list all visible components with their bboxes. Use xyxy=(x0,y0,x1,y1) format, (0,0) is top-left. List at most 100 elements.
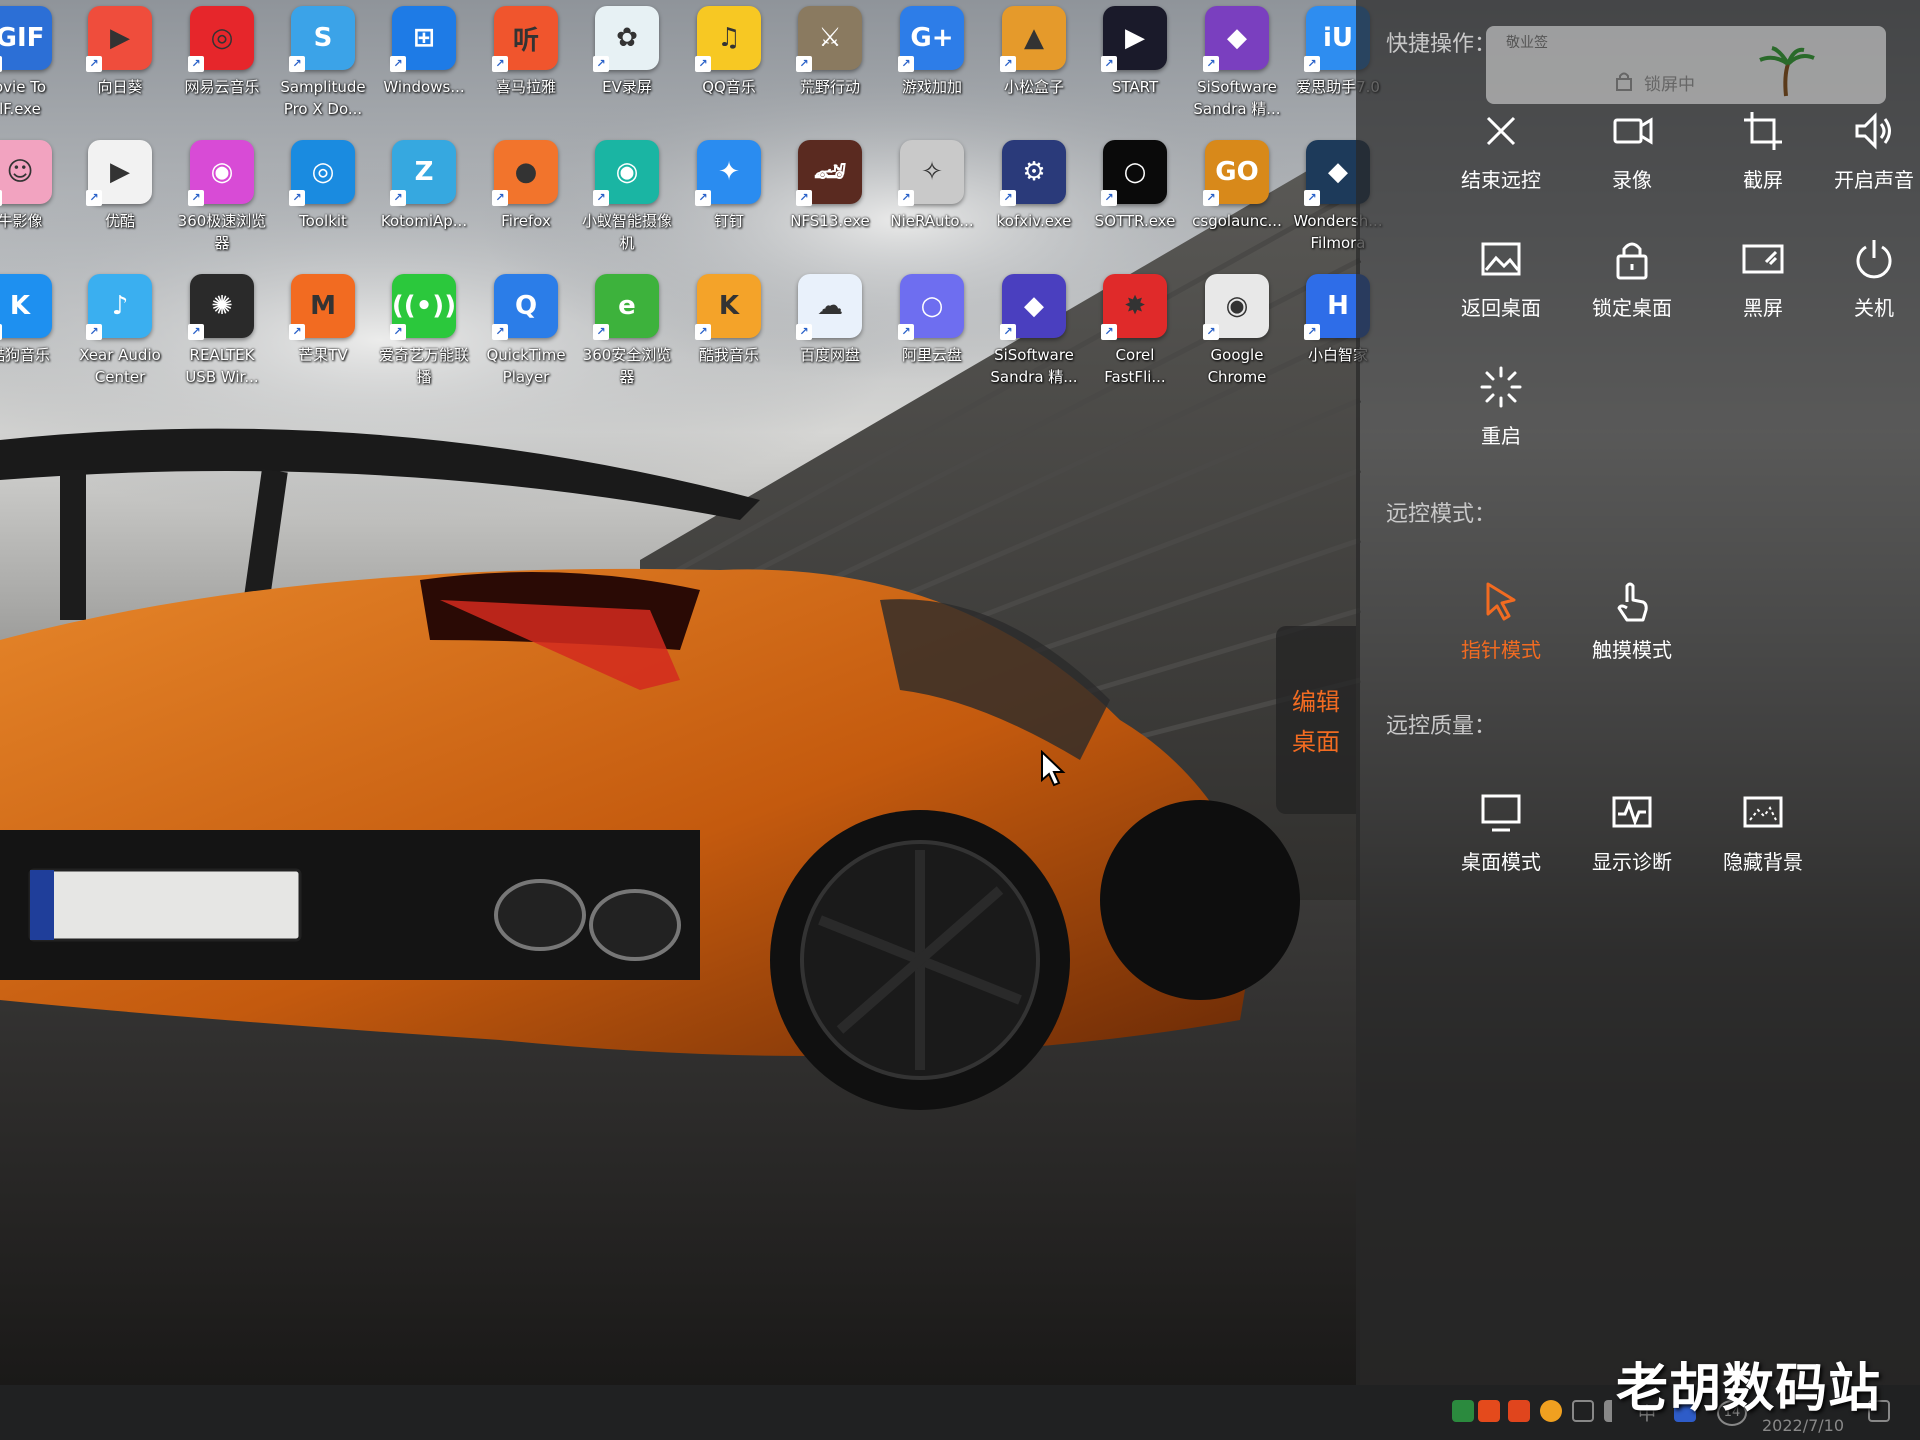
toolkit-icon: ◎ ↗ xyxy=(289,140,355,206)
pointer-mode-button[interactable]: 指针模式 xyxy=(1436,578,1566,678)
crop-icon xyxy=(1744,112,1782,150)
shortcut-arrow-icon: ↗ xyxy=(1000,190,1016,206)
record-video-button[interactable]: 录像 xyxy=(1567,108,1697,208)
desktop-icon-label: SOTTR.exe xyxy=(1094,212,1176,230)
desktop-icon-label: 小蚁智能摄像 机 xyxy=(581,212,672,252)
close-icon xyxy=(1486,116,1516,146)
desktop-icon[interactable]: ✿ ↗ EV录屏 xyxy=(577,6,677,131)
windows-icon: ⊞ ↗ xyxy=(390,6,456,72)
hide-background-icon xyxy=(1743,796,1783,828)
desktop-icon-label: 阿里云盘 xyxy=(901,346,962,364)
shortcut-arrow-icon: ↗ xyxy=(492,56,508,72)
desktop-icon[interactable]: ✺ ↗ REALTEK USB Wir... xyxy=(172,274,272,399)
shortcut-arrow-icon: ↗ xyxy=(593,324,609,340)
lock-desktop-button[interactable]: 锁定桌面 xyxy=(1567,236,1697,336)
tray-app-icon[interactable] xyxy=(1478,1400,1500,1422)
tooltip-app-name: 敬业签 xyxy=(1506,35,1548,51)
desktop-mode-button[interactable]: 桌面模式 xyxy=(1436,790,1566,890)
start-icon: ▶ ↗ xyxy=(1101,6,1167,72)
shortcut-arrow-icon: ↗ xyxy=(1203,190,1219,206)
lock-status-text: 锁屏中 xyxy=(1644,75,1695,95)
desktop-mode-label: 桌面模式 xyxy=(1461,850,1541,874)
desktop-icon[interactable]: ◎ ↗ Toolkit xyxy=(273,140,373,265)
desktop-icon[interactable]: ⚔ ↗ 荒野行动 xyxy=(780,6,880,131)
desktop-icon[interactable]: 听 ↗ 喜马拉雅 xyxy=(476,6,576,131)
sisoftware-icon: ◆ ↗ xyxy=(1000,274,1066,340)
desktop-icon[interactable]: ◉ ↗ Google Chrome xyxy=(1187,274,1287,399)
desktop-icon[interactable]: ☁ ↗ 百度网盘 xyxy=(780,274,880,399)
mango-tv-icon: M ↗ xyxy=(289,274,355,340)
shortcut-arrow-icon: ↗ xyxy=(0,324,2,340)
qq-music-icon: ♫ ↗ xyxy=(695,6,761,72)
desktop-icon[interactable]: K↗ 酷狗音乐 xyxy=(0,274,70,399)
desktop-icon[interactable]: K ↗ 酷我音乐 xyxy=(679,274,779,399)
nier-icon: ✧ ↗ xyxy=(898,140,964,206)
desktop-icon[interactable]: ◆ ↗ SiSoftware Sandra 精... xyxy=(1187,6,1287,131)
black-screen-button[interactable]: 黑屏 xyxy=(1698,236,1828,336)
enable-sound-button[interactable]: 开启声音 xyxy=(1829,108,1919,208)
desktop-icon[interactable]: e ↗ 360安全浏览 器 xyxy=(577,274,677,399)
desktop-icon[interactable]: ◉ ↗ 360极速浏览 器 xyxy=(172,140,272,265)
tray-app-icon[interactable] xyxy=(1540,1400,1562,1422)
end-remote-button[interactable]: 结束远控 xyxy=(1436,108,1566,208)
shutdown-button[interactable]: 关机 xyxy=(1829,236,1919,336)
desktop-icon[interactable]: ▶ ↗ 向日葵 xyxy=(70,6,170,131)
back-to-desktop-button[interactable]: 返回桌面 xyxy=(1436,236,1566,336)
game-plus-icon: G+ ↗ xyxy=(898,6,964,72)
desktop-icon-label: kofxiv.exe xyxy=(996,212,1072,230)
desktop-icon[interactable]: ○ ↗ SOTTR.exe xyxy=(1085,140,1185,265)
desktop-icon[interactable]: ♫ ↗ QQ音乐 xyxy=(679,6,779,131)
pointer-icon xyxy=(1486,582,1516,621)
network-icon[interactable] xyxy=(1572,1400,1594,1422)
shortcut-arrow-icon: ↗ xyxy=(0,190,2,206)
monitor-icon xyxy=(1481,794,1521,832)
screenshot-button[interactable]: 截屏 xyxy=(1698,108,1828,208)
desktop-icon[interactable]: ✸ ↗ Corel FastFli... xyxy=(1085,274,1185,399)
desktop-icon[interactable]: ((•)) ↗ 爱奇艺万能联 播 xyxy=(374,274,474,399)
desktop-icon[interactable]: ⊞ ↗ Windows... xyxy=(374,6,474,131)
desktop-icon[interactable]: ◆ ↗ SiSoftware Sandra 精... xyxy=(984,274,1084,399)
shortcut-arrow-icon: ↗ xyxy=(898,190,914,206)
360-speed-browser-icon: ◉ ↗ xyxy=(188,140,254,206)
desktop-icon[interactable]: Q ↗ QuickTime Player xyxy=(476,274,576,399)
desktop-icon[interactable]: GIF↗ ovie To lF.exe xyxy=(0,6,70,131)
desktop-icon[interactable]: ♪ ↗ Xear Audio Center xyxy=(70,274,170,399)
mouse-cursor-icon xyxy=(1041,750,1066,787)
restart-button[interactable]: 重启 xyxy=(1436,364,1566,464)
desktop-icon[interactable]: ◉ ↗ 小蚁智能摄像 机 xyxy=(577,140,677,265)
desktop-icon[interactable]: GO ↗ csgolaunc... xyxy=(1187,140,1287,265)
desktop-icon[interactable]: ✦ ↗ 钉钉 xyxy=(679,140,779,265)
desktop-icon[interactable]: ▲ ↗ 小松盒子 xyxy=(984,6,1084,131)
desktop-icon[interactable]: ○ ↗ 阿里云盘 xyxy=(882,274,982,399)
desktop-icon-label: SiSoftware Sandra 精... xyxy=(990,346,1078,386)
tray-app-icon[interactable] xyxy=(1452,1400,1474,1422)
touch-mode-button[interactable]: 触摸模式 xyxy=(1567,578,1697,678)
desktop-icon[interactable]: ● ↗ Firefox xyxy=(476,140,576,265)
desktop-icon[interactable]: ⚙ ↗ kofxiv.exe xyxy=(984,140,1084,265)
desktop-icon[interactable]: M ↗ 芒果TV xyxy=(273,274,373,399)
desktop-icon[interactable]: S ↗ Samplitude Pro X Do... xyxy=(273,6,373,131)
edit-desktop-tab[interactable]: 编辑 桌面 xyxy=(1276,626,1356,814)
shortcut-arrow-icon: ↗ xyxy=(0,56,2,72)
desktop-icon-label: 360极速浏览 器 xyxy=(177,212,267,252)
desktop-icon-label: 小松盒子 xyxy=(1003,78,1064,96)
desktop-icon[interactable]: Z ↗ KotomiAp... xyxy=(374,140,474,265)
desktop-icon[interactable]: ☺↗ 牛影像 xyxy=(0,140,70,265)
desktop-icon[interactable]: ✧ ↗ NieRAuto... xyxy=(882,140,982,265)
shortcut-arrow-icon: ↗ xyxy=(86,56,102,72)
shortcut-arrow-icon: ↗ xyxy=(289,56,305,72)
hide-background-button[interactable]: 隐藏背景 xyxy=(1698,790,1828,890)
chrome-icon: ◉ ↗ xyxy=(1203,274,1269,340)
desktop-icon[interactable]: ◎ ↗ 网易云音乐 xyxy=(172,6,272,131)
display-diagnose-label: 显示诊断 xyxy=(1592,850,1672,874)
desktop-icon[interactable]: 🏎 ↗ NFS13.exe xyxy=(780,140,880,265)
shortcut-arrow-icon: ↗ xyxy=(695,190,711,206)
desktop-icon[interactable]: G+ ↗ 游戏加加 xyxy=(882,6,982,131)
display-diagnose-button[interactable]: 显示诊断 xyxy=(1567,790,1697,890)
back-to-desktop-label: 返回桌面 xyxy=(1461,296,1541,320)
desktop-image-icon xyxy=(1481,242,1521,276)
desktop-icon-label: 网易云音乐 xyxy=(184,78,260,96)
desktop-icon[interactable]: ▶ ↗ START xyxy=(1085,6,1185,131)
tray-app-icon[interactable] xyxy=(1508,1400,1530,1422)
desktop-icon[interactable]: ▶ ↗ 优酷 xyxy=(70,140,170,265)
